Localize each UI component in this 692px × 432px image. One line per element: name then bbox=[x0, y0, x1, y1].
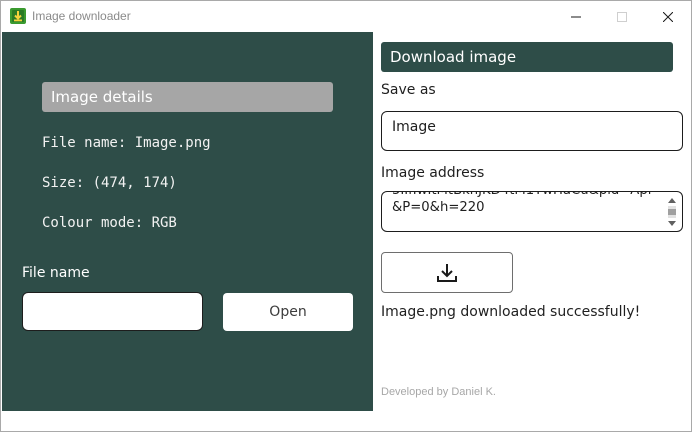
minimize-button[interactable] bbox=[553, 1, 599, 32]
image-address-value: 5IIfIwItMtBkhJKD4tM1YwHaCu&pid=Api &P=0&… bbox=[392, 192, 651, 215]
close-button[interactable] bbox=[645, 1, 691, 32]
image-address-scrollbar[interactable] bbox=[665, 195, 679, 229]
save-as-value: Image bbox=[392, 119, 436, 135]
detail-file-name: File name: Image.png bbox=[42, 135, 211, 151]
scroll-up-arrow-icon bbox=[668, 198, 676, 203]
close-icon bbox=[663, 11, 673, 22]
download-app-icon bbox=[10, 8, 26, 24]
scroll-down-arrow-icon bbox=[668, 221, 676, 226]
image-details-header: Image details bbox=[42, 82, 333, 112]
window-title: Image downloader bbox=[32, 9, 131, 23]
scroll-up-button[interactable] bbox=[665, 195, 679, 206]
download-button[interactable] bbox=[381, 252, 513, 293]
scroll-track[interactable] bbox=[668, 206, 676, 218]
minimize-icon bbox=[571, 16, 581, 17]
status-message: Image.png downloaded successfully! bbox=[381, 304, 641, 320]
maximize-icon bbox=[617, 11, 627, 22]
title-bar[interactable]: Image downloader bbox=[1, 1, 691, 32]
detail-size: Size: (474, 174) bbox=[42, 175, 177, 191]
save-as-input[interactable]: Image bbox=[381, 111, 683, 151]
scroll-down-button[interactable] bbox=[665, 218, 679, 229]
scroll-thumb[interactable] bbox=[668, 209, 676, 215]
download-tray-icon bbox=[437, 263, 457, 282]
image-address-label: Image address bbox=[381, 165, 485, 181]
image-details-panel: Image details File name: Image.png Size:… bbox=[2, 32, 373, 411]
detail-colour-mode: Colour mode: RGB bbox=[42, 215, 177, 231]
save-as-label: Save as bbox=[381, 82, 436, 98]
developer-credit: Developed by Daniel K. bbox=[381, 386, 496, 398]
file-name-label: File name bbox=[22, 265, 90, 281]
image-address-textarea[interactable]: 5IIfIwItMtBkhJKD4tM1YwHaCu&pid=Api &P=0&… bbox=[381, 191, 683, 232]
maximize-button[interactable] bbox=[599, 1, 645, 32]
download-image-header: Download image bbox=[381, 42, 673, 72]
file-name-input[interactable] bbox=[22, 292, 203, 331]
app-window: Image downloader Image details File name… bbox=[0, 0, 692, 432]
open-button[interactable]: Open bbox=[223, 293, 353, 331]
